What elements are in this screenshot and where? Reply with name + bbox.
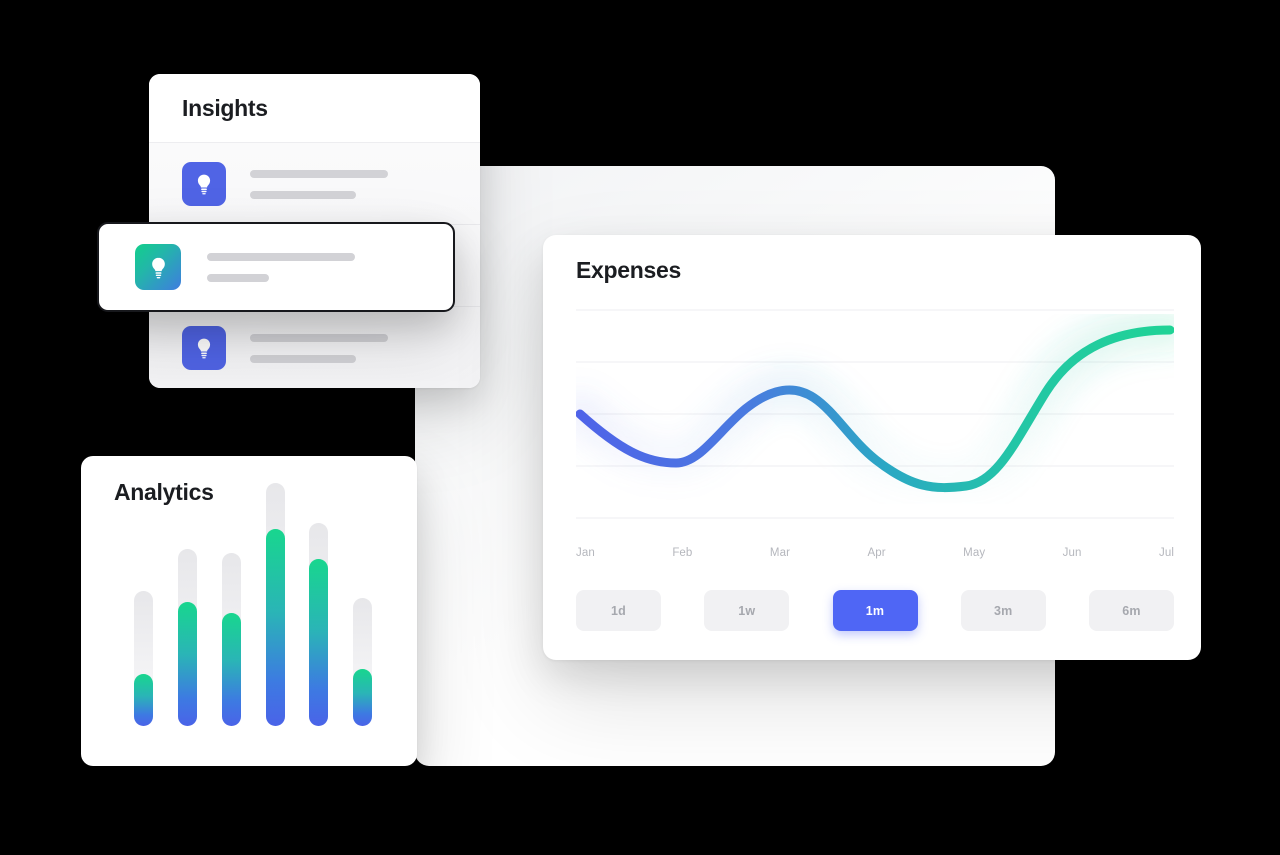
lightbulb-icon xyxy=(182,162,226,206)
insight-selected-row[interactable] xyxy=(97,222,455,312)
bar-fill xyxy=(222,613,241,726)
range-button-1m[interactable]: 1m xyxy=(832,590,918,631)
insights-title: Insights xyxy=(182,94,268,121)
x-tick-label: Feb xyxy=(672,547,693,559)
placeholder-line-primary xyxy=(250,169,388,178)
bar-fill xyxy=(353,669,372,726)
insights-header: Insights xyxy=(149,74,480,143)
x-tick-label: Jun xyxy=(1062,547,1082,559)
list-item[interactable] xyxy=(149,143,480,225)
placeholder-line-primary xyxy=(250,333,388,342)
bar-fill xyxy=(266,529,285,726)
bar-fill xyxy=(178,602,197,726)
bar-fill xyxy=(309,559,328,726)
placeholder-line-secondary xyxy=(207,273,269,282)
range-button-1d[interactable]: 1d xyxy=(576,590,661,631)
analytics-card: Analytics xyxy=(81,456,417,766)
placeholder-line-primary xyxy=(207,252,355,261)
expenses-curve xyxy=(576,325,1174,493)
lightbulb-icon xyxy=(182,326,226,370)
range-button-1w[interactable]: 1w xyxy=(704,590,790,631)
expenses-x-axis: Jan Feb Mar Apr May Jun Jul xyxy=(576,547,1174,559)
placeholder-lines xyxy=(250,333,388,363)
time-range-selector: 1d 1w 1m 3m 6m xyxy=(576,590,1174,631)
expenses-line-chart xyxy=(576,300,1174,525)
placeholder-lines xyxy=(207,252,355,282)
bar-fill xyxy=(134,674,153,726)
range-button-6m[interactable]: 6m xyxy=(1089,590,1174,631)
placeholder-lines xyxy=(250,169,388,199)
analytics-bar-chart xyxy=(134,483,372,726)
placeholder-line-secondary xyxy=(250,354,356,363)
illustration-stage: Insights Analytics Expenses Jan Feb Mar … xyxy=(0,0,1280,855)
x-tick-label: Mar xyxy=(769,547,791,559)
x-tick-label: May xyxy=(963,547,986,559)
expenses-title: Expenses xyxy=(576,257,681,283)
x-tick-label: Jul xyxy=(1158,547,1174,559)
x-tick-label: Apr xyxy=(867,547,886,559)
lightbulb-icon xyxy=(135,244,181,290)
x-tick-label: Jan xyxy=(576,547,595,559)
expenses-card: Expenses Jan Feb Mar Apr May Jun Jul 1d … xyxy=(543,235,1201,660)
list-item[interactable] xyxy=(149,307,480,388)
range-button-3m[interactable]: 3m xyxy=(960,590,1046,631)
placeholder-line-secondary xyxy=(250,190,356,199)
